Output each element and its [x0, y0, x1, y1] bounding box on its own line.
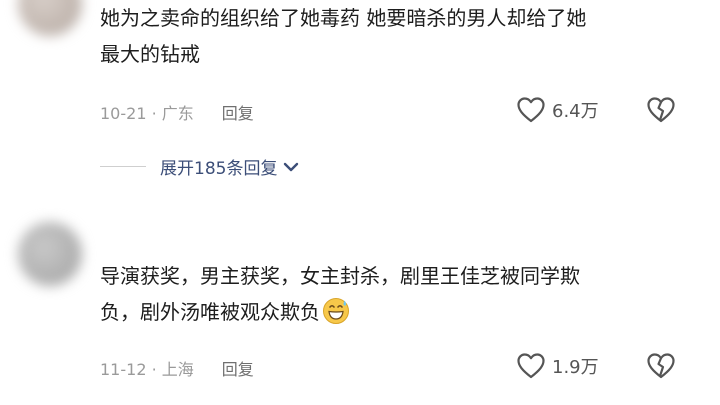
- dislike-button[interactable]: [646, 96, 676, 128]
- divider: [100, 165, 146, 168]
- separator-dot: ·: [151, 360, 162, 379]
- expand-replies-label: 展开185条回复: [160, 159, 278, 179]
- separator-dot: ·: [151, 104, 162, 123]
- grinning-sweat-emoji: [322, 297, 350, 336]
- like-button[interactable]: 1.9万: [516, 352, 599, 380]
- like-button[interactable]: 6.4万: [516, 96, 599, 124]
- broken-heart-icon: [647, 353, 675, 379]
- like-count: 6.4万: [552, 101, 599, 122]
- broken-heart-icon: [647, 97, 675, 123]
- comment-text: 导演获奖，男主获奖，女主封杀，剧里王佳芝被同学欺 负，剧外汤唯被观众欺负: [100, 258, 700, 336]
- comment-date: 10-21: [100, 104, 147, 123]
- expand-replies-button[interactable]: 展开185条回复: [100, 154, 299, 179]
- comment-date: 11-12: [100, 360, 147, 379]
- avatar[interactable]: [18, 222, 82, 286]
- avatar[interactable]: [18, 0, 82, 36]
- reply-button[interactable]: 回复: [222, 356, 254, 380]
- chevron-down-icon: [284, 162, 299, 171]
- comment-meta: 10-21 · 广东 回复: [100, 100, 254, 124]
- dislike-button[interactable]: [646, 352, 676, 384]
- comment-location: 上海: [161, 360, 194, 379]
- comment-meta: 11-12 · 上海 回复: [100, 356, 254, 380]
- comment-text: 她为之卖命的组织给了她毒药 她要暗杀的男人却给了她 最大的钻戒: [100, 6, 587, 66]
- heart-outline-icon: [517, 353, 545, 379]
- reply-button[interactable]: 回复: [222, 100, 254, 124]
- like-count: 1.9万: [552, 357, 599, 378]
- comment-location: 广东: [161, 104, 194, 123]
- heart-outline-icon: [517, 97, 545, 123]
